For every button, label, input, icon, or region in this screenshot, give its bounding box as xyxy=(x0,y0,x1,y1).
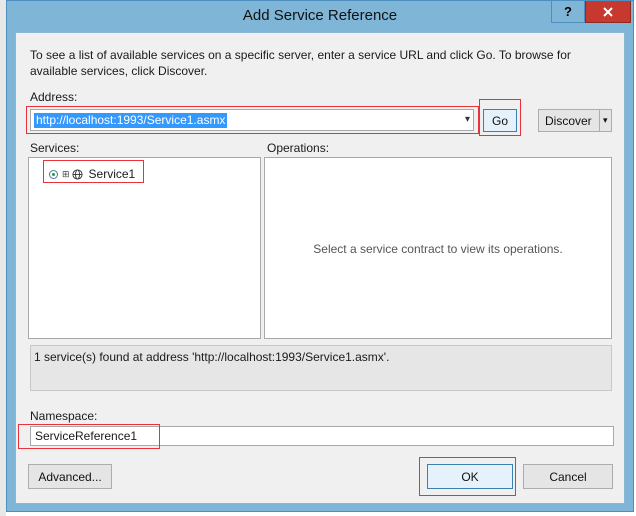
discover-dropdown-icon[interactable]: ▾ xyxy=(598,110,611,131)
operations-label: Operations: xyxy=(267,141,330,155)
chevron-down-icon[interactable]: ▾ xyxy=(465,114,470,125)
close-button[interactable] xyxy=(585,1,631,23)
services-tree[interactable]: ⊞ Service1 xyxy=(28,157,261,339)
address-value: http://localhost:1993/Service1.asmx xyxy=(34,113,228,128)
description-text: To see a list of available services on a… xyxy=(30,48,571,78)
namespace-annotation xyxy=(18,424,160,449)
operations-panel: Select a service contract to view its op… xyxy=(264,157,612,339)
address-combobox[interactable]: http://localhost:1993/Service1.asmx ▾ xyxy=(30,109,474,131)
dialog-body: To see a list of available services on a… xyxy=(15,32,625,504)
status-area: 1 service(s) found at address 'http://lo… xyxy=(30,345,612,391)
namespace-label: Namespace: xyxy=(30,409,98,423)
help-button[interactable]: ? xyxy=(551,1,585,23)
discover-split-button[interactable]: Discover ▾ xyxy=(538,109,612,132)
services-label: Services: xyxy=(30,141,80,155)
go-button[interactable]: Go xyxy=(483,109,517,132)
ok-button[interactable]: OK xyxy=(427,464,513,489)
status-text: 1 service(s) found at address 'http://lo… xyxy=(34,350,390,364)
window-title: Add Service Reference xyxy=(242,7,398,24)
service-annotation xyxy=(43,160,144,183)
advanced-button[interactable]: Advanced... xyxy=(28,464,112,489)
cancel-button[interactable]: Cancel xyxy=(523,464,613,489)
add-service-reference-dialog: Add Service Reference ? To see a list of… xyxy=(6,0,634,512)
discover-label: Discover xyxy=(545,113,592,128)
title-bar: Add Service Reference ? xyxy=(7,1,633,32)
close-icon xyxy=(603,6,613,17)
operations-empty-text: Select a service contract to view its op… xyxy=(313,242,563,256)
address-label: Address: xyxy=(30,90,78,104)
